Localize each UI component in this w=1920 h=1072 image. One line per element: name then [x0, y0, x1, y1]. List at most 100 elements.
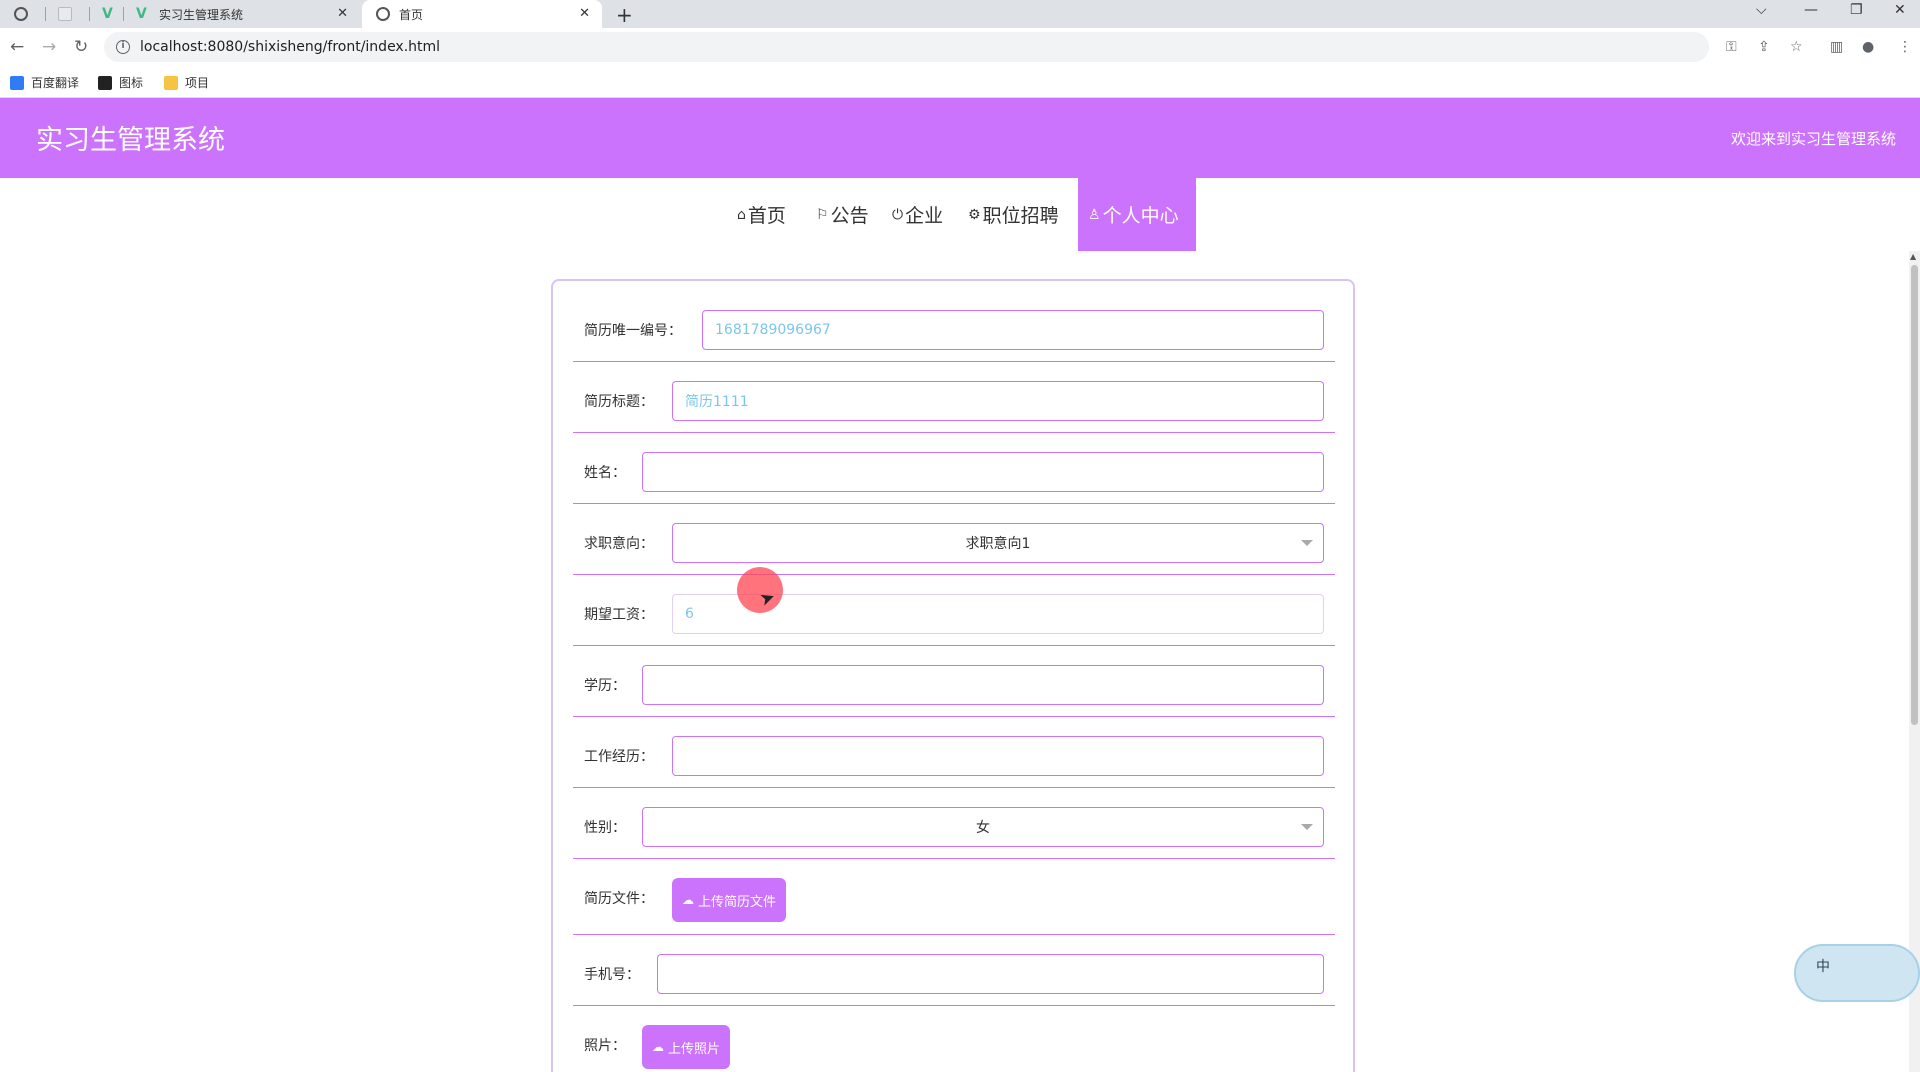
- name-label: 姓名：: [584, 465, 626, 481]
- reload-icon[interactable]: ↻: [74, 37, 88, 57]
- form-row-job-intent: 求职意向： 求职意向1: [573, 523, 1335, 575]
- page-scrollbar[interactable]: ▲: [1909, 251, 1920, 1072]
- bookmark-folder-project[interactable]: 项目: [164, 74, 209, 91]
- nav-item-jobs[interactable]: ⚙ 职位招聘: [958, 178, 1069, 251]
- power-icon: ⏻: [892, 206, 904, 223]
- bookmarks-bar: 百度翻译 图标 项目: [0, 66, 1920, 98]
- resume-form: 简历唯一编号： 1681789096967 简历标题： 简历1111 姓名： 求…: [551, 279, 1355, 1072]
- bookmark-label: 项目: [185, 76, 210, 90]
- upload-photo-button[interactable]: ☁ 上传照片: [642, 1025, 731, 1069]
- app-title: 实习生管理系统: [36, 125, 225, 156]
- cloud-upload-icon: ☁: [652, 1040, 664, 1054]
- scroll-up-icon[interactable]: ▲: [1910, 252, 1916, 261]
- nav-label: 首页: [747, 205, 786, 227]
- nav-item-notice[interactable]: ⚐ 公告: [806, 178, 879, 251]
- forward-arrow-icon[interactable]: →: [42, 37, 56, 57]
- back-arrow-icon[interactable]: ←: [10, 37, 24, 57]
- experience-label: 工作经历：: [584, 749, 654, 765]
- vue-icon: V: [102, 6, 113, 22]
- folder-icon: [164, 75, 178, 90]
- cloud-upload-icon: ☁: [682, 893, 694, 907]
- bookmark-translate[interactable]: 百度翻译: [10, 74, 79, 91]
- form-row-experience: 工作经历：: [573, 736, 1335, 788]
- job-intent-label: 求职意向：: [584, 536, 654, 552]
- phone-label: 手机号：: [584, 967, 640, 983]
- gender-value: 女: [976, 820, 990, 836]
- browser-tabstrip: V V 实习生管理系统 ✕ 首页 ✕ + ⌵ — ❐ ✕: [0, 0, 1920, 28]
- url-text: localhost:8080/shixisheng/front/index.ht…: [140, 39, 441, 55]
- tab-separator: [45, 7, 46, 21]
- app-header: 实习生管理系统 欢迎来到实习生管理系统: [0, 98, 1920, 178]
- tab-search-icon[interactable]: ⌵: [1756, 2, 1767, 18]
- form-row-name: 姓名：: [573, 452, 1335, 504]
- form-row-resume-title: 简历标题： 简历1111: [573, 381, 1335, 433]
- photo-label: 照片：: [584, 1038, 626, 1054]
- bookmark-icons[interactable]: 图标: [98, 74, 143, 91]
- form-row-phone: 手机号：: [573, 954, 1335, 1006]
- main-nav: ⌂ 首页 ⚐ 公告 ⏻ 企业 ⚙ 职位招聘 ♙ 个人中心: [0, 178, 1920, 251]
- site-info-icon[interactable]: i: [116, 40, 130, 54]
- nav-item-home[interactable]: ⌂ 首页: [727, 178, 796, 251]
- tab-separator: [123, 7, 124, 21]
- salary-value: 6: [685, 606, 694, 622]
- browser-tab-home[interactable]: 首页 ✕: [362, 0, 602, 28]
- form-row-photo: 照片： ☁ 上传照片: [573, 1025, 1335, 1072]
- upload-photo-label: 上传照片: [668, 1041, 721, 1057]
- form-row-gender: 性别： 女: [573, 807, 1335, 859]
- nav-label: 职位招聘: [982, 205, 1059, 227]
- upload-resume-label: 上传简历文件: [698, 894, 777, 910]
- browser-tab-pinned-1[interactable]: [4, 0, 44, 28]
- resume-title-field[interactable]: 简历1111: [672, 381, 1324, 421]
- close-tab-icon[interactable]: ✕: [337, 6, 348, 21]
- form-row-resume-file: 简历文件： ☁ 上传简历文件: [573, 878, 1335, 935]
- chevron-down-icon: [1301, 540, 1313, 546]
- profile-icon[interactable]: ●: [1862, 39, 1874, 55]
- experience-input[interactable]: [672, 736, 1324, 776]
- globe-icon: [14, 7, 28, 21]
- form-row-resume-id: 简历唯一编号： 1681789096967: [573, 310, 1335, 362]
- user-icon: ♙: [1088, 206, 1101, 223]
- share-icon[interactable]: ⇪: [1758, 39, 1770, 55]
- nav-item-profile[interactable]: ♙ 个人中心: [1078, 178, 1196, 251]
- bookmark-label: 百度翻译: [31, 76, 80, 90]
- scroll-thumb[interactable]: [1911, 265, 1918, 725]
- salary-label: 期望工资：: [584, 607, 654, 623]
- welcome-text: 欢迎来到实习生管理系统: [1730, 130, 1896, 148]
- upload-resume-button[interactable]: ☁ 上传简历文件: [672, 878, 787, 922]
- gear-icon: ⚙: [968, 206, 981, 223]
- education-input[interactable]: [642, 665, 1324, 705]
- home-icon: ⌂: [737, 206, 746, 223]
- gender-select[interactable]: 女: [642, 807, 1324, 847]
- ime-widget[interactable]: 中: [1794, 944, 1920, 1002]
- key-icon[interactable]: ⚿: [1726, 39, 1737, 55]
- chevron-down-icon: [1301, 824, 1313, 830]
- close-window-button[interactable]: ✕: [1894, 2, 1906, 18]
- browser-tab-pinned-3[interactable]: V: [92, 0, 122, 28]
- gender-label: 性别：: [584, 820, 626, 836]
- flag-icon: ⚐: [816, 206, 829, 223]
- minimize-button[interactable]: —: [1804, 2, 1818, 18]
- resume-title-label: 简历标题：: [584, 394, 654, 410]
- address-bar[interactable]: i localhost:8080/shixisheng/front/index.…: [104, 32, 1709, 62]
- new-tab-button[interactable]: +: [616, 3, 633, 27]
- tab-separator: [89, 7, 90, 21]
- menu-icon[interactable]: ⋮: [1898, 39, 1912, 55]
- name-input[interactable]: [642, 452, 1324, 492]
- browser-tab-pinned-2[interactable]: [48, 0, 88, 28]
- phone-input[interactable]: [657, 954, 1324, 994]
- nav-item-company[interactable]: ⏻ 企业: [882, 178, 953, 251]
- browser-tab-title: 首页: [399, 7, 424, 22]
- form-row-salary: 期望工资： 6: [573, 594, 1335, 646]
- resume-id-value: 1681789096967: [715, 322, 831, 338]
- image-icon: [98, 75, 112, 90]
- resume-id-field[interactable]: 1681789096967: [702, 310, 1324, 350]
- side-panel-icon[interactable]: ▥: [1830, 39, 1843, 55]
- nav-label: 个人中心: [1102, 205, 1179, 227]
- browser-tab-app[interactable]: V 实习生管理系统 ✕: [126, 0, 360, 28]
- close-tab-icon[interactable]: ✕: [579, 6, 590, 21]
- education-label: 学历：: [584, 678, 626, 694]
- restore-button[interactable]: ❐: [1850, 2, 1863, 18]
- job-intent-select[interactable]: 求职意向1: [672, 523, 1324, 563]
- vue-icon: V: [136, 6, 147, 22]
- star-icon[interactable]: ☆: [1790, 39, 1803, 55]
